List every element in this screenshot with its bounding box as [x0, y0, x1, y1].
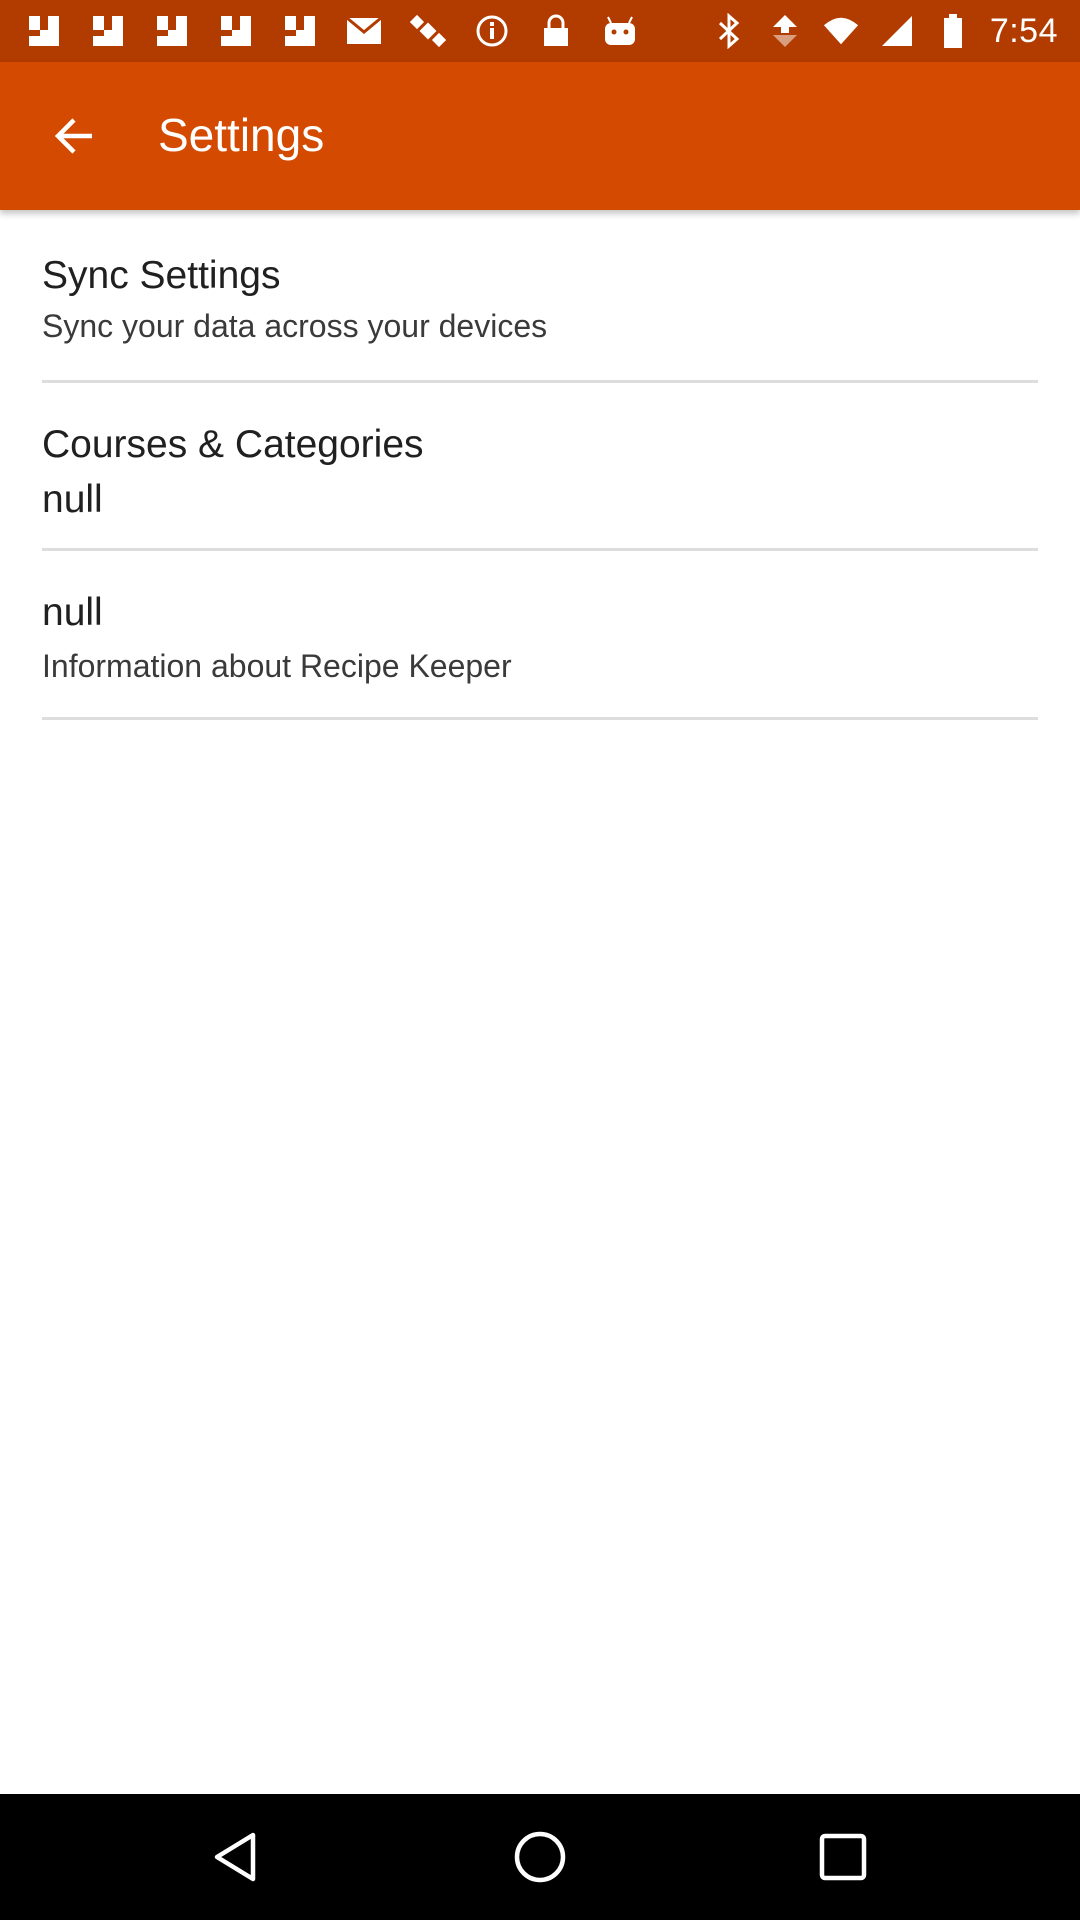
status-left-icons [24, 12, 664, 50]
android-icon [600, 12, 640, 50]
satellite-icon [408, 12, 448, 50]
data-sync-icon [766, 12, 804, 50]
arrow-back-icon [54, 118, 92, 154]
bluetooth-icon [710, 12, 748, 50]
signal-icon [878, 12, 916, 50]
item-subtitle: Information about Recipe Keeper [42, 648, 512, 684]
sync-settings-item[interactable]: Sync Settings Sync your data across your… [42, 210, 1038, 383]
home-circle-icon [514, 1831, 566, 1883]
notification-square-icon [152, 12, 192, 50]
notification-square-icon [280, 12, 320, 50]
item-subtitle: null [42, 478, 103, 521]
nav-back-button[interactable] [204, 1824, 270, 1890]
wifi-icon [822, 12, 860, 50]
info-icon [472, 12, 512, 50]
item-title: Sync Settings [42, 254, 281, 297]
back-triangle-icon [214, 1832, 256, 1882]
battery-icon [934, 12, 972, 50]
app-bar: Settings [0, 62, 1080, 210]
item-subtitle: Sync your data across your devices [42, 308, 548, 344]
notification-square-icon [24, 12, 64, 50]
lock-icon [536, 12, 576, 50]
nav-recents-button[interactable] [810, 1824, 876, 1890]
status-right-icons: 7:54 [692, 12, 1058, 50]
mail-icon [344, 12, 384, 50]
status-bar: 7:54 [0, 0, 1080, 62]
nav-home-button[interactable] [507, 1824, 573, 1890]
status-time: 7:54 [989, 11, 1058, 50]
settings-list: Sync Settings Sync your data across your… [42, 210, 1038, 720]
page-title: Settings [158, 109, 325, 161]
courses-categories-item[interactable]: Courses & Categories null [42, 383, 1038, 551]
recents-square-icon [819, 1833, 867, 1881]
item-title: Courses & Categories [42, 423, 424, 466]
back-button[interactable] [40, 102, 108, 170]
about-item[interactable]: null Information about Recipe Keeper [42, 551, 1038, 720]
navigation-bar [0, 1794, 1080, 1920]
notification-square-icon [88, 12, 128, 50]
notification-square-icon [216, 12, 256, 50]
item-title: null [42, 591, 103, 634]
